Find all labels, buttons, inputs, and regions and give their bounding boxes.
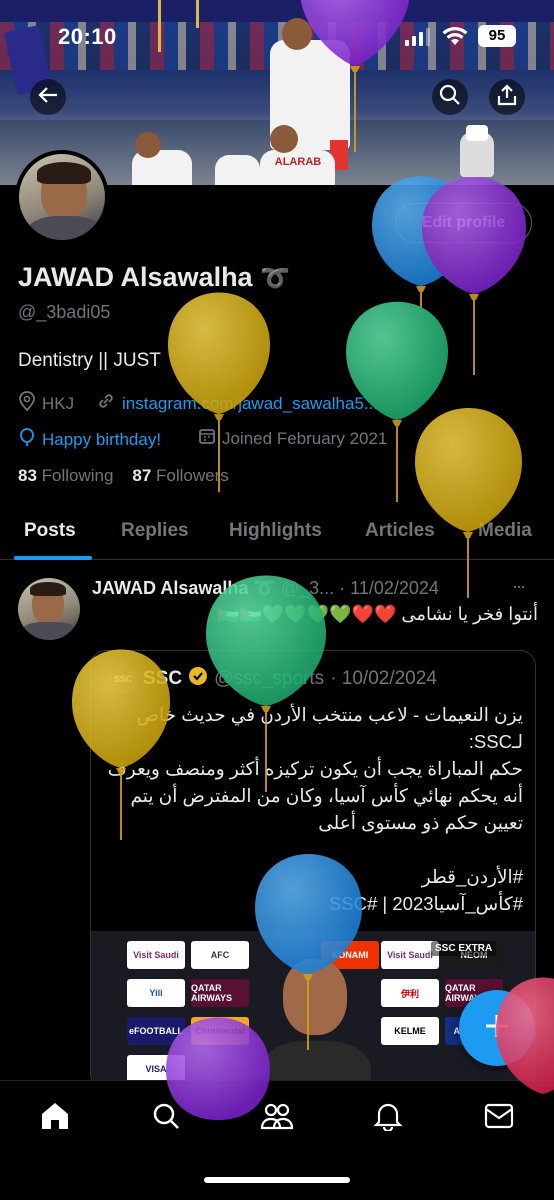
- nav-notifications[interactable]: [371, 1101, 405, 1135]
- profile-birthday[interactable]: Happy birthday!: [18, 427, 161, 452]
- back-arrow-icon: [37, 84, 59, 111]
- home-indicator: [204, 1177, 350, 1183]
- profile-joined: Joined February 2021: [198, 427, 387, 450]
- tab-replies[interactable]: Replies: [121, 520, 189, 542]
- nav-messages[interactable]: [482, 1101, 516, 1135]
- notifications-icon: [373, 1101, 403, 1136]
- profile-tabs: Posts Replies Highlights Articles Media: [0, 505, 554, 560]
- quoted-author-handle[interactable]: @ssc_sports: [214, 668, 324, 690]
- plus-icon: [482, 1011, 512, 1046]
- quoted-author-avatar[interactable]: SSC: [109, 665, 137, 693]
- quoted-post-text: يزن النعيمات - لاعب منتخب الأردن في حديث…: [107, 704, 523, 914]
- nav-communities[interactable]: [260, 1101, 294, 1135]
- post-text: أنتوا فخر يا نشامى ❤️❤️💚💚💚💚🇯🇴🇯🇴: [217, 604, 538, 624]
- profile-bio: Dentistry || JUST: [18, 350, 161, 371]
- balloon-icon: [18, 427, 36, 452]
- cellular-signal-icon: [405, 28, 431, 46]
- search-icon: [439, 84, 461, 111]
- profile-name-emoji: ➰: [260, 265, 290, 292]
- nav-search[interactable]: [149, 1101, 183, 1135]
- sponsor-continental: Continental: [191, 1017, 249, 1045]
- nav-home[interactable]: [38, 1101, 72, 1135]
- profile-handle: @_3badi05: [18, 302, 111, 322]
- active-tab-indicator: [14, 556, 92, 560]
- post-author-handle[interactable]: @_3...: [281, 578, 334, 598]
- sponsor-visit-saudi: Visit Saudi: [127, 941, 185, 969]
- profile-website[interactable]: instagram.com/jawad_sawalha5...: [96, 391, 378, 416]
- video-badge: SSC EXTRA: [431, 941, 497, 956]
- communities-icon: [260, 1101, 294, 1136]
- following-count: 83: [18, 466, 37, 485]
- post-author-avatar[interactable]: [18, 578, 80, 640]
- profile-name-text: JAWAD Alsawalha: [18, 262, 253, 292]
- sponsor-efootball: eFOOTBALL: [127, 1017, 185, 1045]
- search-profile-button[interactable]: [432, 79, 468, 115]
- sponsor-qatar-airways: QATAR AIRWAYS: [191, 979, 249, 1007]
- search-icon: [151, 1101, 181, 1136]
- tab-posts[interactable]: Posts: [24, 520, 76, 542]
- post-author-emoji: ➰: [253, 578, 276, 598]
- sponsor-yili: Yili: [127, 979, 185, 1007]
- calendar-icon: [198, 427, 216, 450]
- follow-counts: 83 Following 87 Followers: [18, 466, 229, 486]
- profile-name: JAWAD Alsawalha ➰: [18, 262, 290, 293]
- link-icon: [96, 391, 116, 416]
- tab-highlights[interactable]: Highlights: [229, 520, 322, 542]
- messages-icon: [484, 1103, 514, 1134]
- quoted-post-header: SSC SSC @ssc_sports · 10/02/2024: [109, 665, 437, 693]
- wifi-icon: [442, 26, 468, 46]
- tab-media[interactable]: Media: [478, 520, 532, 542]
- status-clock: 20:10: [58, 24, 117, 49]
- joined-text: Joined February 2021: [222, 428, 388, 448]
- profile-location: HKJ: [18, 391, 74, 416]
- edit-profile-button[interactable]: Edit profile: [395, 203, 532, 243]
- website-link[interactable]: instagram.com/jawad_sawalha5...: [122, 394, 378, 414]
- verified-badge-icon: [188, 666, 208, 692]
- back-button[interactable]: [30, 79, 66, 115]
- location-text: HKJ: [42, 393, 75, 413]
- sponsor-visa: VISA: [127, 1055, 185, 1083]
- interviewee: [261, 951, 371, 1089]
- post-author-name[interactable]: JAWAD Alsawalha: [92, 578, 248, 598]
- bottom-navigation: [0, 1080, 554, 1200]
- share-button[interactable]: [489, 79, 525, 115]
- home-icon: [39, 1100, 71, 1137]
- followers-link[interactable]: 87 Followers: [132, 466, 228, 485]
- quoted-author-name[interactable]: SSC: [143, 668, 182, 690]
- following-link[interactable]: 83 Following: [18, 466, 113, 485]
- post-date[interactable]: · 11/02/2024: [339, 578, 439, 598]
- profile-avatar[interactable]: [15, 150, 109, 244]
- following-label: Following: [41, 466, 114, 485]
- tab-articles[interactable]: Articles: [365, 520, 435, 542]
- post-more-button[interactable]: ···: [512, 576, 526, 597]
- compose-post-button[interactable]: [459, 990, 535, 1066]
- sponsor-afc: AFC: [191, 941, 249, 969]
- status-bar: 20:10 95: [0, 0, 554, 70]
- followers-count: 87: [132, 466, 152, 485]
- followers-label: Followers: [156, 466, 229, 485]
- post-header: JAWAD Alsawalha ➰ @_3... · 11/02/2024: [92, 578, 439, 599]
- location-pin-icon: [18, 391, 36, 416]
- quoted-post-date: · 10/02/2024: [330, 668, 437, 689]
- battery-indicator: 95: [478, 25, 516, 47]
- sponsor-kelme: KELME: [381, 1017, 439, 1045]
- share-icon: [496, 83, 518, 111]
- sponsor-yili-cn: 伊利: [381, 979, 439, 1007]
- birthday-text[interactable]: Happy birthday!: [42, 430, 161, 450]
